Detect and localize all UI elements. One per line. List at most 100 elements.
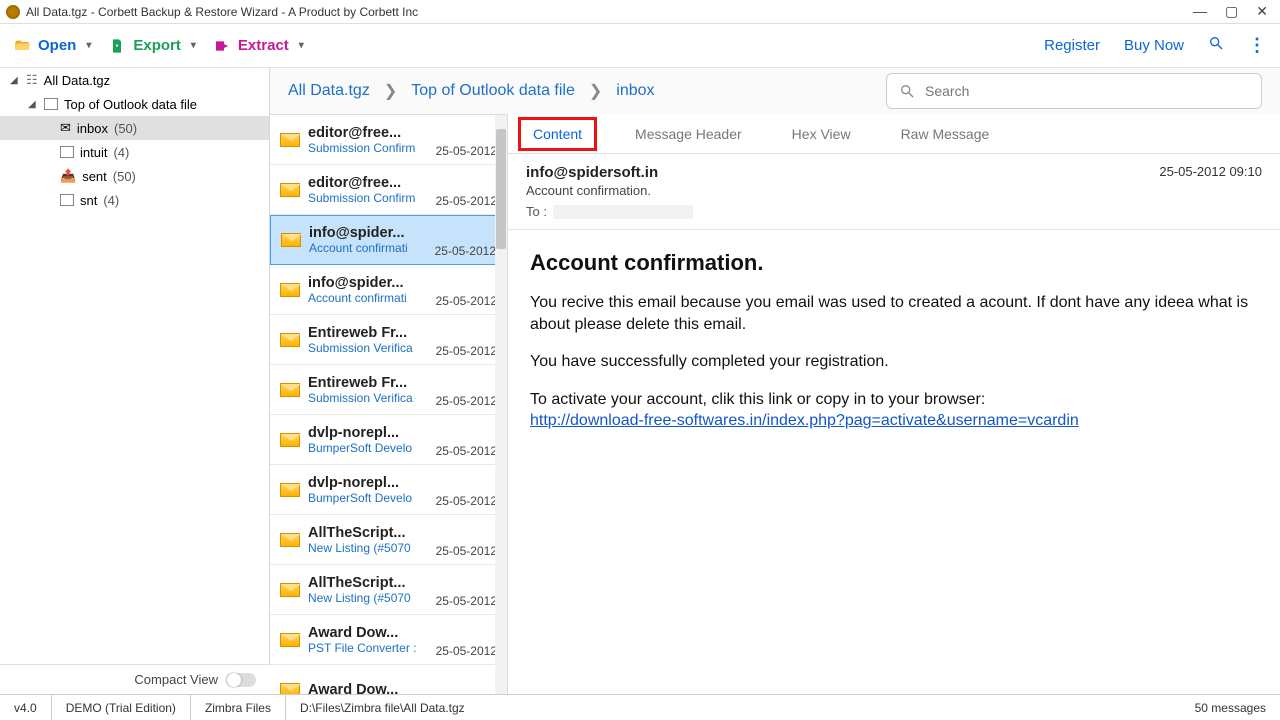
message-subject: Submission Verifica	[308, 391, 428, 405]
tab-hex-view[interactable]: Hex View	[780, 120, 863, 148]
breadcrumb-item[interactable]: Top of Outlook data file	[411, 82, 575, 100]
open-button[interactable]: Open▾	[14, 37, 91, 54]
message-item[interactable]: AllTheScript... New Listing (#5070 25-05…	[270, 515, 507, 565]
message-subject: PST File Converter :	[308, 641, 428, 655]
tree-label: Top of Outlook data file	[64, 97, 197, 112]
breadcrumb-item[interactable]: inbox	[616, 82, 654, 100]
compact-view-label: Compact View	[134, 672, 218, 687]
app-icon	[6, 5, 20, 19]
mail-icon	[280, 383, 300, 397]
tree-root[interactable]: ◢ ☷ All Data.tgz	[0, 68, 269, 92]
folder-icon	[60, 194, 74, 206]
message-date: 25-05-2012	[436, 494, 497, 514]
search-field[interactable]	[925, 83, 1249, 99]
compact-view-toggle[interactable]	[226, 673, 256, 687]
sidebar-item-sent[interactable]: 📤 sent (50)	[0, 164, 269, 188]
message-item[interactable]: Entireweb Fr... Submission Verifica 25-0…	[270, 315, 507, 365]
message-subject: New Listing (#5070	[308, 591, 428, 605]
body-paragraph: You recive this email because you email …	[530, 292, 1258, 335]
breadcrumb: All Data.tgz ❯ Top of Outlook data file …	[270, 68, 1280, 114]
tree-label: inbox	[77, 121, 108, 136]
message-item[interactable]: Award Dow...	[270, 665, 507, 694]
close-button[interactable]: ✕	[1256, 3, 1268, 20]
tree-label: intuit	[80, 145, 107, 160]
message-date: 25-05-2012	[436, 644, 497, 664]
titlebar: All Data.tgz - Corbett Backup & Restore …	[0, 0, 1280, 24]
chevron-down-icon: ▾	[191, 40, 196, 51]
tree-count: (50)	[114, 121, 137, 136]
sidebar: ◢ ☷ All Data.tgz ◢ Top of Outlook data f…	[0, 68, 270, 694]
statusbar: v4.0 DEMO (Trial Edition) Zimbra Files D…	[0, 694, 1280, 720]
minimize-button[interactable]: —	[1193, 3, 1207, 20]
message-from: info@spider...	[308, 275, 428, 291]
sent-icon: 📤	[60, 168, 76, 184]
mail-icon	[280, 183, 300, 197]
file-export-icon	[109, 38, 125, 54]
preview-pane: Content Message Header Hex View Raw Mess…	[508, 114, 1280, 694]
extract-button[interactable]: Extract▾	[214, 37, 304, 54]
tab-message-header[interactable]: Message Header	[623, 120, 754, 148]
register-link[interactable]: Register	[1044, 37, 1100, 54]
activation-link[interactable]: http://download-free-softwares.in/index.…	[530, 412, 1079, 429]
tab-raw-message[interactable]: Raw Message	[889, 120, 1002, 148]
message-item[interactable]: editor@free... Submission Confirm 25-05-…	[270, 115, 507, 165]
mail-icon	[280, 433, 300, 447]
tree-label: All Data.tgz	[44, 73, 110, 88]
mail-icon	[280, 133, 300, 147]
message-item[interactable]: info@spider... Account confirmati 25-05-…	[270, 265, 507, 315]
chevron-down-icon: ▾	[86, 40, 91, 51]
tree-count: (4)	[103, 193, 119, 208]
mail-icon	[280, 283, 300, 297]
message-date: 25-05-2012	[436, 144, 497, 164]
from-address: info@spidersoft.in	[526, 164, 1262, 181]
breadcrumb-item[interactable]: All Data.tgz	[288, 82, 370, 100]
tree-label: sent	[82, 169, 107, 184]
message-date: 25-05-2012	[436, 594, 497, 614]
message-from: AllTheScript...	[308, 525, 428, 541]
search-icon[interactable]	[1208, 35, 1224, 56]
mail-icon	[281, 233, 301, 247]
sidebar-item-inbox[interactable]: ✉ inbox (50)	[0, 116, 269, 140]
search-input[interactable]	[886, 73, 1262, 109]
scrollbar[interactable]	[495, 115, 507, 694]
message-body: Account confirmation. You recive this em…	[508, 230, 1280, 468]
sidebar-item-intuit[interactable]: intuit (4)	[0, 140, 269, 164]
chevron-right-icon: ❯	[589, 81, 602, 101]
message-item[interactable]: Award Dow... PST File Converter : 25-05-…	[270, 615, 507, 665]
message-item[interactable]: dvlp-norepl... BumperSoft Develo 25-05-2…	[270, 415, 507, 465]
toolbar: Open▾ Export▾ Extract▾ Register Buy Now …	[0, 24, 1280, 68]
message-item[interactable]: AllTheScript... New Listing (#5070 25-05…	[270, 565, 507, 615]
message-item[interactable]: Entireweb Fr... Submission Verifica 25-0…	[270, 365, 507, 415]
mail-icon	[280, 333, 300, 347]
search-icon	[899, 83, 915, 99]
buy-now-link[interactable]: Buy Now	[1124, 37, 1184, 54]
mail-icon	[280, 633, 300, 647]
status-path: D:\Files\Zimbra file\All Data.tgz	[286, 695, 479, 720]
tree-count: (50)	[113, 169, 136, 184]
status-edition: DEMO (Trial Edition)	[52, 695, 191, 720]
tab-content[interactable]: Content	[518, 117, 597, 151]
chevron-right-icon: ❯	[384, 81, 397, 101]
message-date: 25-05-2012	[436, 444, 497, 464]
export-button[interactable]: Export▾	[109, 37, 196, 54]
folder-icon	[44, 98, 58, 110]
archive-icon: ☷	[26, 72, 38, 88]
message-item[interactable]: dvlp-norepl... BumperSoft Develo 25-05-2…	[270, 465, 507, 515]
maximize-button[interactable]: ▢	[1225, 3, 1238, 20]
message-from: Award Dow...	[308, 682, 489, 695]
message-from: AllTheScript...	[308, 575, 428, 591]
tree-count: (4)	[113, 145, 129, 160]
menu-more-icon[interactable]: ⋮	[1248, 35, 1266, 56]
chevron-down-icon: ◢	[28, 99, 38, 110]
message-item[interactable]: info@spider... Account confirmati 25-05-…	[270, 215, 507, 265]
sidebar-item-snt[interactable]: snt (4)	[0, 188, 269, 212]
subject-line: Account confirmation.	[526, 183, 1262, 198]
message-from: info@spider...	[309, 225, 427, 241]
status-count: 50 messages	[1181, 695, 1280, 720]
message-subject: Account confirmati	[308, 291, 428, 305]
message-date: 25-05-2012	[435, 244, 496, 264]
tree-top[interactable]: ◢ Top of Outlook data file	[0, 92, 269, 116]
mail-icon	[280, 683, 300, 695]
extract-icon	[214, 38, 230, 54]
message-item[interactable]: editor@free... Submission Confirm 25-05-…	[270, 165, 507, 215]
